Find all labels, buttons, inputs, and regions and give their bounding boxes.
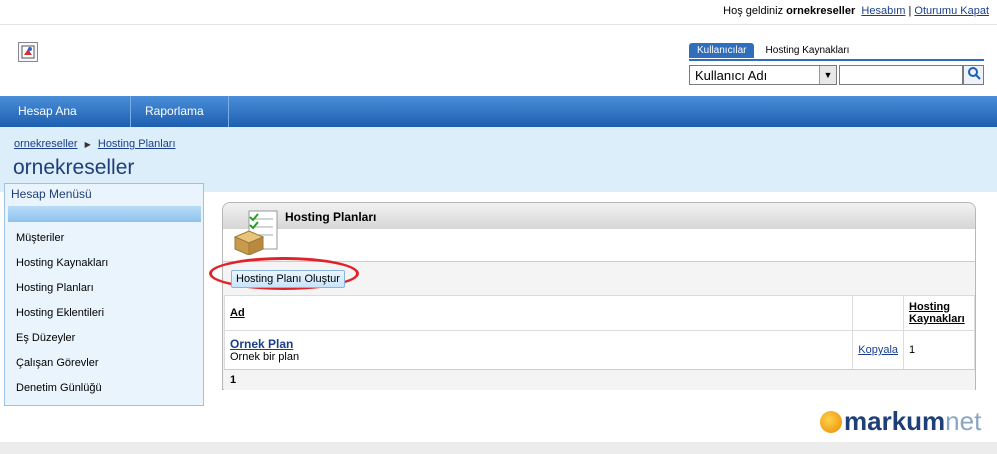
column-header-name-label: Ad	[230, 307, 245, 319]
globe-icon	[820, 411, 842, 433]
search-field-select[interactable]: Kullanıcı Adı ▼	[689, 65, 837, 85]
column-header-resources[interactable]: Hosting Kaynakları	[903, 295, 975, 331]
create-hosting-plan-button[interactable]: Hosting Planı Oluştur	[231, 270, 345, 288]
sidebar-item-hosting-resources[interactable]: Hosting Kaynakları	[16, 257, 108, 269]
search-input[interactable]	[839, 65, 963, 85]
search-select-value: Kullanıcı Adı	[695, 68, 768, 83]
brand-suffix: net	[945, 406, 982, 436]
column-header-name[interactable]: Ad	[223, 295, 854, 331]
page-title: ornekreseller	[13, 156, 135, 179]
nav-home[interactable]: Hesap Ana Sayfası	[4, 96, 131, 149]
chevron-down-icon[interactable]: ▼	[819, 66, 836, 84]
plan-resources: 1	[903, 330, 975, 370]
tab-hosting-resources[interactable]: Hosting Kaynakları	[758, 43, 858, 58]
pager: 1	[224, 369, 975, 390]
plan-description: Ornek bir plan	[230, 351, 300, 363]
nav-reports-label: Raporlama	[145, 104, 204, 118]
separator: |	[908, 5, 912, 17]
breadcrumb: ornekreseller ▶ Hosting Planları	[14, 138, 176, 150]
username: ornekreseller	[786, 5, 856, 17]
search-icon	[967, 67, 981, 80]
sidebar-title: Hesap Menüsü	[11, 187, 92, 201]
account-link[interactable]: Hesabım	[861, 5, 905, 17]
site-logo-icon[interactable]	[18, 42, 38, 62]
plan-name-link[interactable]: Ornek Plan	[230, 337, 293, 351]
sidebar: Hesap Menüsü Müşteriler Hosting Kaynakla…	[4, 183, 204, 406]
logout-link[interactable]: Oturumu Kapat	[914, 5, 989, 17]
column-header-resources-line1: Hosting	[909, 301, 950, 313]
breadcrumb-arrow-icon: ▶	[84, 140, 91, 149]
sidebar-item-hosting-addons[interactable]: Hosting Eklentileri	[16, 307, 104, 319]
search-tabs: Kullanıcılar Hosting Kaynakları	[689, 43, 857, 59]
breadcrumb-current[interactable]: Hosting Planları	[98, 138, 176, 150]
hosting-plans-icon	[233, 209, 281, 256]
nav-reports[interactable]: Raporlama ▼	[131, 96, 229, 148]
sidebar-item-audit-log[interactable]: Denetim Günlüğü	[16, 382, 102, 394]
panel-title: Hosting Planları	[285, 210, 377, 224]
welcome-text: Hoş geldiniz	[723, 5, 784, 17]
search-tab-underline	[689, 59, 984, 61]
table-header-row: Ad Hosting Kaynakları	[223, 295, 975, 331]
tab-users[interactable]: Kullanıcılar	[689, 43, 755, 58]
panel-toolbar: Hosting Planı Oluştur	[209, 257, 975, 296]
brand-main: markum	[844, 406, 946, 436]
sidebar-item-peers[interactable]: Eş Düzeyler	[16, 332, 75, 344]
sidebar-item-running-tasks[interactable]: Çalışan Görevler	[16, 357, 99, 369]
pager-page[interactable]: 1	[230, 374, 236, 386]
panel-header-body	[223, 229, 975, 261]
column-header-resources-line2: Kaynakları	[909, 313, 965, 325]
hosting-plans-panel: Hosting Planları Hosting Planı Oluştur A…	[209, 202, 976, 390]
search-button[interactable]	[963, 65, 984, 85]
main-nav: Hesap Ana Sayfası Raporlama ▼	[0, 96, 997, 149]
table-row: Ornek Plan Ornek bir plan Kopyala 1	[223, 330, 975, 370]
welcome-area: Hoş geldiniz ornekreseller Hesabım | Otu…	[723, 5, 989, 17]
sidebar-header-band	[8, 206, 201, 222]
hosting-plans-table: Ad Hosting Kaynakları Ornek Plan Ornek bi…	[223, 295, 975, 370]
sidebar-item-hosting-plans[interactable]: Hosting Planları	[16, 282, 94, 294]
column-header-action	[852, 295, 905, 331]
footer	[0, 442, 997, 454]
brand-logo: markumnet	[820, 406, 981, 437]
breadcrumb-root[interactable]: ornekreseller	[14, 138, 78, 150]
sidebar-item-customers[interactable]: Müşteriler	[16, 232, 64, 244]
copy-link[interactable]: Kopyala	[858, 344, 898, 356]
